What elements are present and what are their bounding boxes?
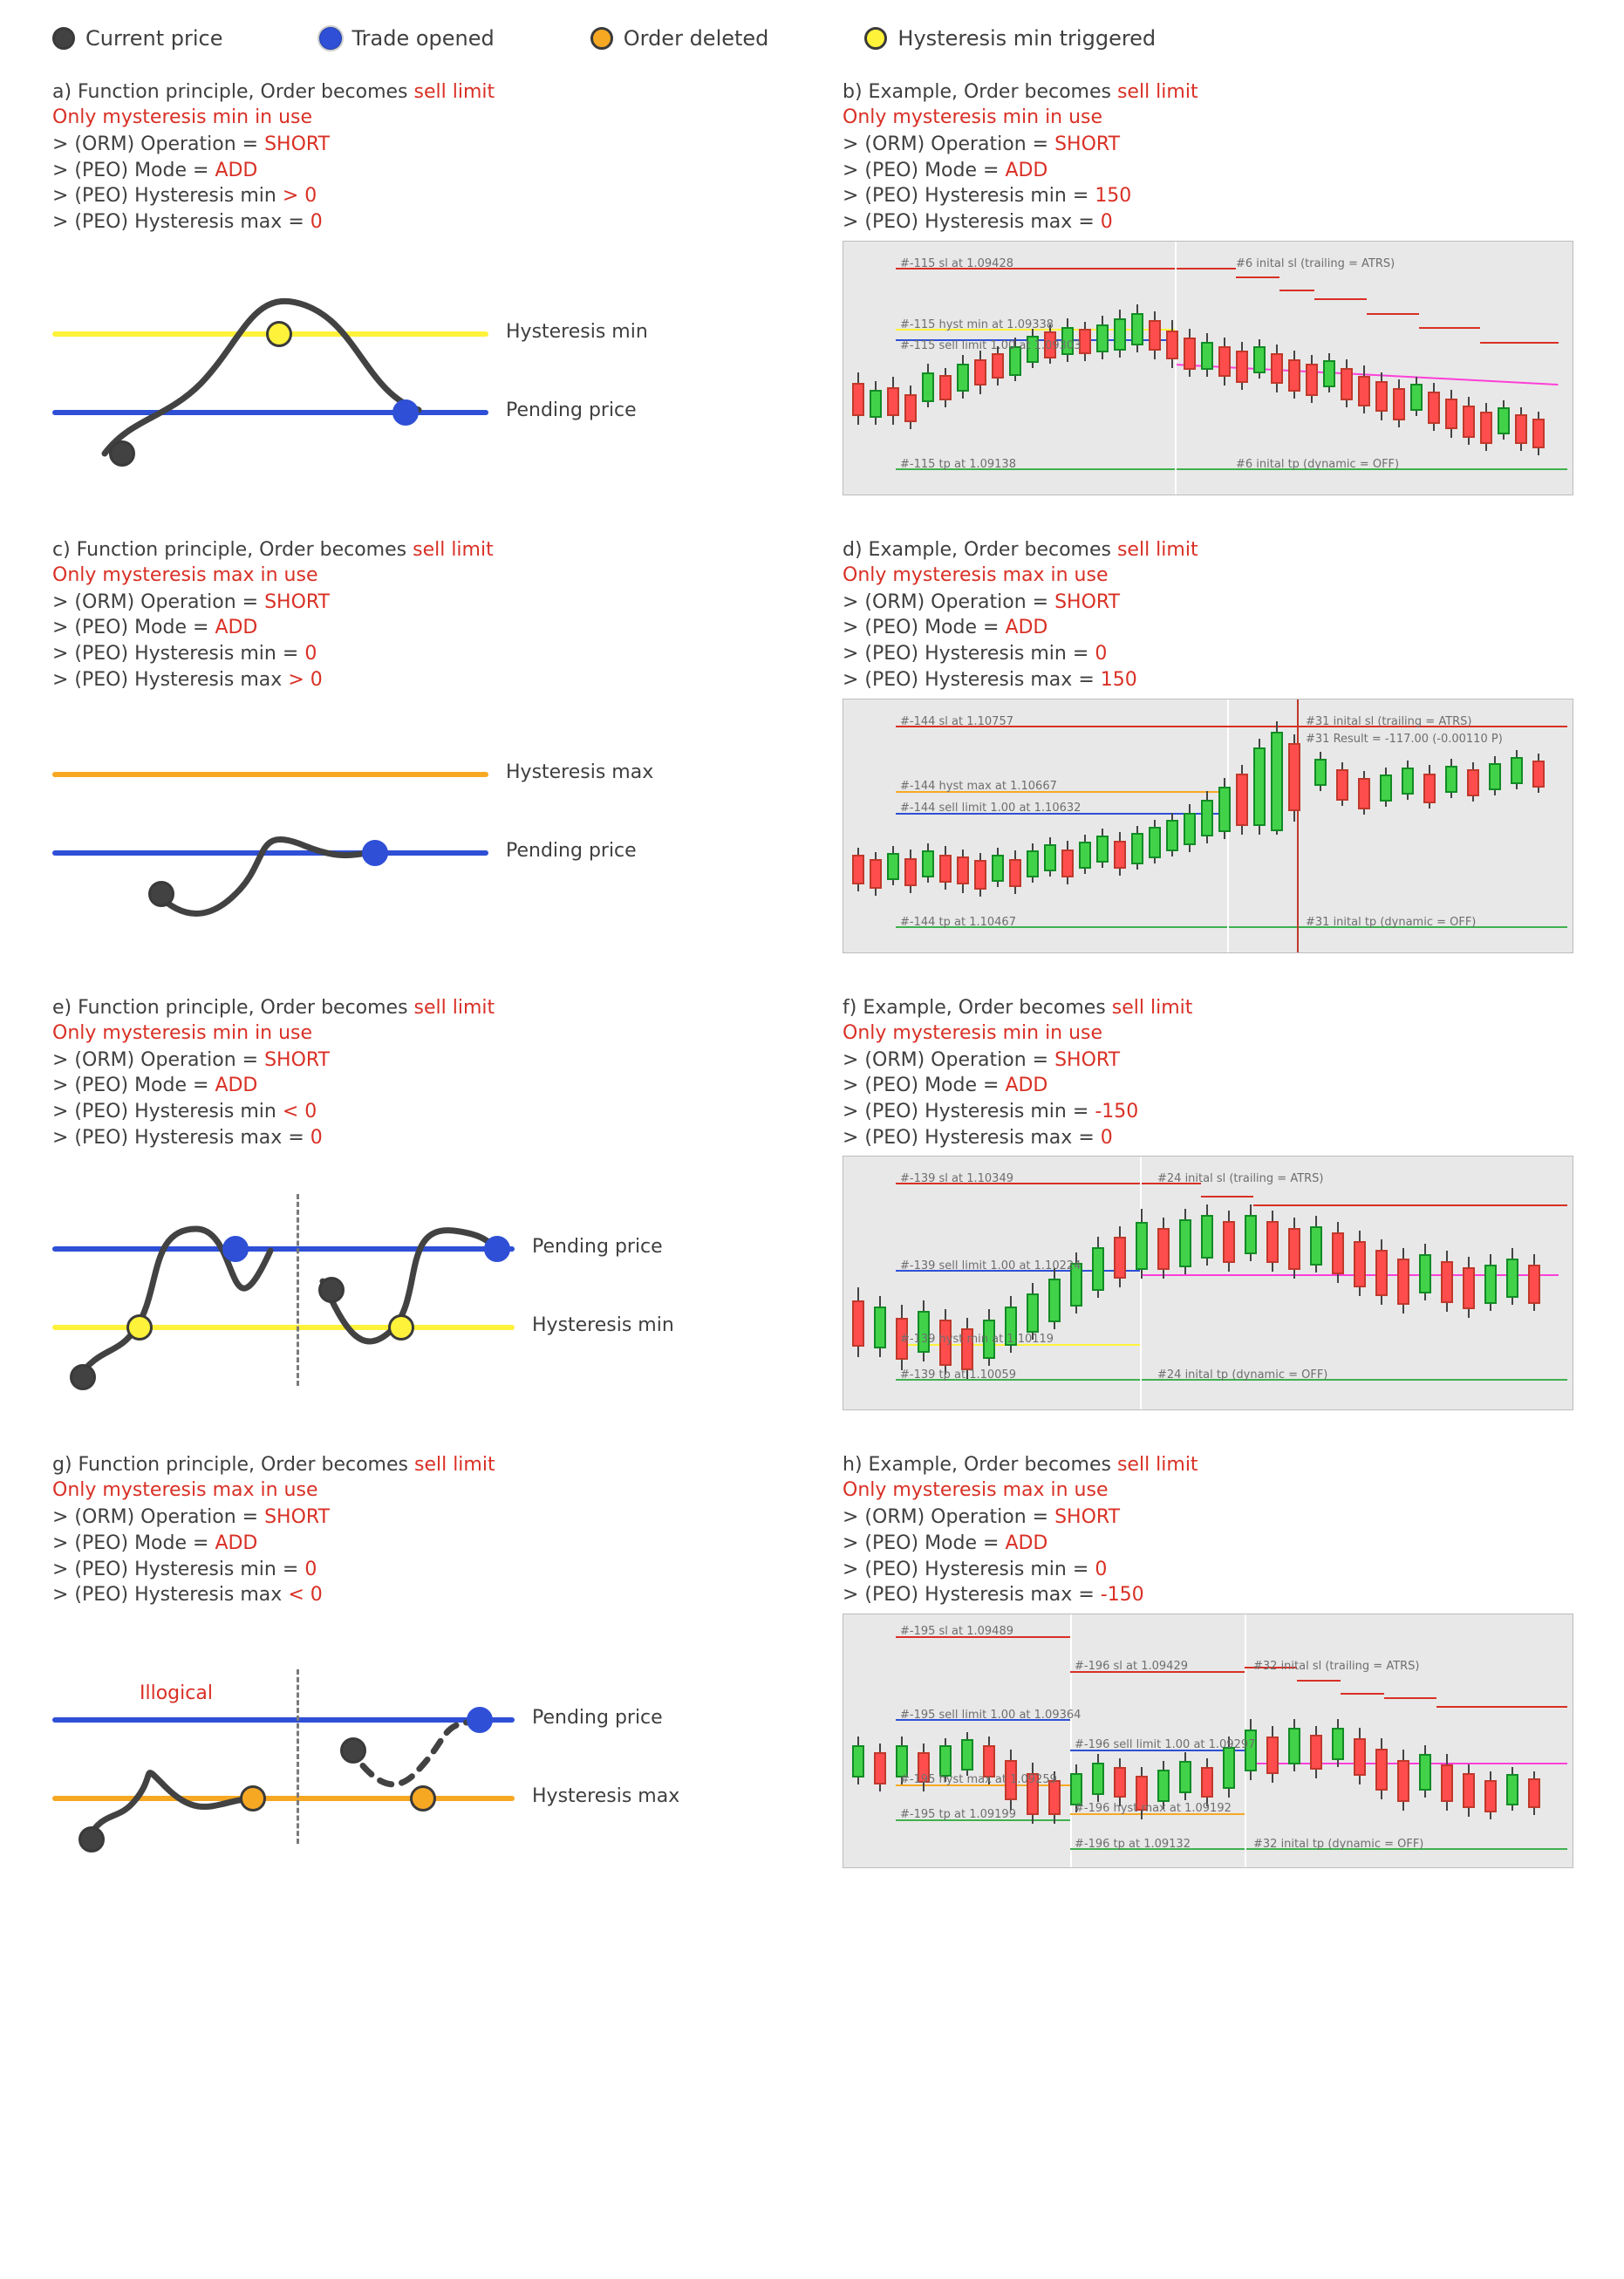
diagram-g: Illogical Pending price Hysteresis max	[52, 1634, 781, 1861]
hysteresis-min-marker	[266, 321, 292, 347]
block-e: e) Function principle, Order becomes sel…	[52, 997, 781, 1411]
lbl-sl: #-115 sl at 1.09428	[900, 257, 1013, 270]
lbl-tp: #-115 tp at 1.09138	[900, 458, 1016, 471]
pending-price-label: Pending price	[506, 840, 637, 862]
params-b: > (ORM) Operation = SHORT > (PEO) Mode =…	[843, 132, 1572, 235]
legend: Current price Trade opened Order deleted…	[52, 26, 1572, 51]
content-grid: a) Function principle, Order becomes sel…	[52, 81, 1572, 1868]
chart-h: #-195 sl at 1.09489 #-195 sell limit 1.0…	[843, 1614, 1573, 1868]
current-marker	[148, 881, 174, 907]
hysteresis-min-label: Hysteresis min	[532, 1314, 674, 1336]
diagram-e: Pending price Hysteresis min	[52, 1177, 781, 1403]
page-root: Current price Trade opened Order deleted…	[0, 0, 1624, 2279]
current-price-icon	[52, 27, 75, 50]
title-b: b) Example, Order becomes sell limit	[843, 81, 1572, 103]
legend-hmin: Hysteresis min triggered	[864, 26, 1156, 51]
legend-deleted-label: Order deleted	[624, 26, 769, 51]
hysteresis-max-label: Hysteresis max	[506, 761, 653, 783]
block-b: b) Example, Order becomes sell limit Onl…	[843, 81, 1572, 495]
block-c: c) Function principle, Order becomes sel…	[52, 539, 781, 953]
params-a: > (ORM) Operation = SHORT > (PEO) Mode =…	[52, 132, 781, 235]
pending-price-label: Pending price	[506, 399, 637, 421]
block-d: d) Example, Order becomes sell limit Onl…	[843, 539, 1572, 953]
lbl-r1: #6 inital sl (trailing = ATRS)	[1236, 257, 1395, 270]
legend-deleted: Order deleted	[590, 26, 769, 51]
chart-f: #-139 sl at 1.10349 #-139 sell limit 1.0…	[843, 1156, 1573, 1410]
chart-b: #-115 sl at 1.09428 #-115 hyst min at 1.…	[843, 241, 1573, 495]
trade-opened-icon	[319, 27, 342, 50]
lbl-sell: #-115 sell limit 1.00 at 1.09303	[900, 339, 1081, 352]
diagram-c: Hysteresis max Pending price	[52, 720, 781, 946]
chart-d: #-144 sl at 1.10757 #-144 hyst max at 1.…	[843, 699, 1573, 953]
legend-trade-label: Trade opened	[352, 26, 495, 51]
trade-marker	[392, 399, 419, 426]
subtitle-b: Only mysteresis min in use	[843, 106, 1572, 128]
subtitle-a: Only mysteresis min in use	[52, 106, 781, 128]
diagram-a: Hysteresis min Pending price	[52, 262, 781, 488]
hysteresis-min-label: Hysteresis min	[506, 321, 648, 343]
block-h: h) Example, Order becomes sell limit Onl…	[843, 1454, 1572, 1868]
legend-current-label: Current price	[85, 26, 223, 51]
hysteresis-min-icon	[864, 27, 887, 50]
legend-hmin-label: Hysteresis min triggered	[897, 26, 1156, 51]
title-a: a) Function principle, Order becomes sel…	[52, 81, 781, 103]
legend-trade: Trade opened	[319, 26, 495, 51]
block-a: a) Function principle, Order becomes sel…	[52, 81, 781, 495]
trade-marker	[362, 840, 388, 866]
lbl-r2: #6 inital tp (dynamic = OFF)	[1236, 458, 1399, 471]
order-deleted-icon	[590, 27, 613, 50]
current-marker	[109, 440, 135, 467]
block-f: f) Example, Order becomes sell limit Onl…	[843, 997, 1572, 1411]
pending-price-label: Pending price	[532, 1236, 663, 1258]
lbl-hyst: #-115 hyst min at 1.09338	[900, 318, 1054, 331]
block-g: g) Function principle, Order becomes sel…	[52, 1454, 781, 1868]
legend-current: Current price	[52, 26, 223, 51]
